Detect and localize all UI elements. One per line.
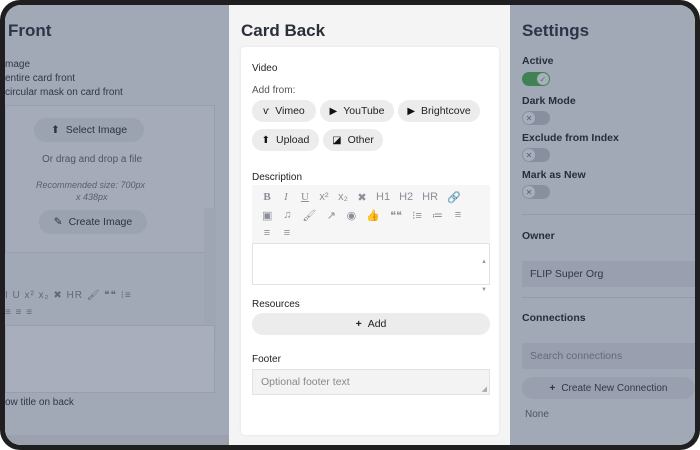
device-frame: Front mage entire card front circular ma… bbox=[0, 0, 700, 450]
link-icon[interactable]: 🔗 bbox=[447, 191, 461, 204]
youtube-icon: ▶ bbox=[329, 105, 338, 117]
ordered-list-icon[interactable]: ⁝≡ bbox=[412, 209, 422, 222]
h1-button[interactable]: H1 bbox=[376, 191, 390, 204]
description-editor[interactable]: ▲ ▼ bbox=[252, 243, 490, 293]
vimeo-icon: ⱱ bbox=[263, 105, 270, 117]
quote-icon[interactable]: ❝❝ bbox=[390, 209, 402, 222]
align-left-icon[interactable]: ≡ bbox=[453, 209, 463, 222]
toolbar-row-3: ≡ ≡ bbox=[262, 227, 292, 239]
toolbar-row-2: ▣ ♫ 🖌 ↗ ◉ 👍 ❝❝ ⁝≡ ≔ ≡ bbox=[262, 209, 463, 222]
resources-label: Resources bbox=[252, 299, 300, 310]
description-toolbar: B I U x² x₂ ✖ H1 H2 HR 🔗 ▣ ♫ 🖌 ↗ ◉ 👍 ❝❝ … bbox=[252, 185, 490, 243]
right-dim-overlay[interactable] bbox=[510, 5, 695, 445]
card-back-panel: Card Back Video Add from: ⱱ Vimeo ▶ YouT… bbox=[229, 5, 510, 445]
card-back-form: Video Add from: ⱱ Vimeo ▶ YouTube ▶ Brig… bbox=[241, 47, 499, 435]
hr-button[interactable]: HR bbox=[422, 191, 438, 204]
h2-button[interactable]: H2 bbox=[399, 191, 413, 204]
left-dim-overlay[interactable] bbox=[5, 5, 229, 445]
youtube-label: YouTube bbox=[343, 105, 385, 117]
add-label: Add bbox=[367, 318, 387, 330]
brightcove-label: Brightcove bbox=[421, 105, 471, 117]
brightcove-button[interactable]: ▶ Brightcove bbox=[398, 100, 480, 122]
superscript-button[interactable]: x² bbox=[319, 191, 329, 204]
youtube-button[interactable]: ▶ YouTube bbox=[320, 100, 394, 122]
music-icon[interactable]: ♫ bbox=[282, 209, 292, 222]
vimeo-button[interactable]: ⱱ Vimeo bbox=[252, 100, 316, 122]
add-resource-button[interactable]: + Add bbox=[252, 313, 490, 335]
record-icon[interactable]: ◉ bbox=[346, 209, 357, 222]
other-button[interactable]: ◪ Other bbox=[323, 129, 383, 151]
card-back-title: Card Back bbox=[241, 21, 326, 40]
footer-label: Footer bbox=[252, 354, 281, 365]
underline-button[interactable]: U bbox=[300, 191, 310, 204]
italic-button[interactable]: I bbox=[281, 191, 291, 204]
align-center-icon[interactable]: ≡ bbox=[262, 227, 272, 239]
clear-format-button[interactable]: ✖ bbox=[357, 191, 367, 204]
resize-grip-icon[interactable]: ◢ bbox=[482, 385, 487, 393]
vimeo-label: Vimeo bbox=[275, 105, 305, 117]
brush-icon[interactable]: 🖌 bbox=[302, 209, 316, 222]
other-label: Other bbox=[347, 134, 374, 146]
footer-input[interactable]: Optional footer text ◢ bbox=[252, 369, 490, 395]
subscript-button[interactable]: x₂ bbox=[338, 191, 348, 204]
external-link-icon[interactable]: ↗ bbox=[326, 209, 336, 222]
upload-label: Upload bbox=[276, 134, 310, 146]
video-label: Video bbox=[252, 63, 278, 74]
bullet-list-icon[interactable]: ≔ bbox=[432, 209, 443, 222]
footer-placeholder: Optional footer text bbox=[261, 376, 350, 388]
play-icon: ▶ bbox=[407, 105, 416, 117]
external-link-icon: ◪ bbox=[332, 134, 342, 146]
bold-button[interactable]: B bbox=[262, 191, 272, 204]
toolbar-row-1: B I U x² x₂ ✖ H1 H2 HR 🔗 bbox=[262, 191, 461, 204]
image-icon[interactable]: ▣ bbox=[262, 209, 272, 222]
align-right-icon[interactable]: ≡ bbox=[282, 227, 292, 239]
upload-icon: ⬆ bbox=[261, 134, 271, 146]
editor-scrollbar-arrows[interactable]: ▲ ▼ bbox=[481, 248, 487, 304]
plus-icon: + bbox=[355, 318, 362, 330]
thumbs-up-icon[interactable]: 👍 bbox=[366, 209, 380, 222]
app-screen: Front mage entire card front circular ma… bbox=[5, 5, 695, 445]
upload-button[interactable]: ⬆ Upload bbox=[252, 129, 319, 151]
description-label: Description bbox=[252, 172, 303, 183]
add-from-label: Add from: bbox=[252, 85, 296, 96]
